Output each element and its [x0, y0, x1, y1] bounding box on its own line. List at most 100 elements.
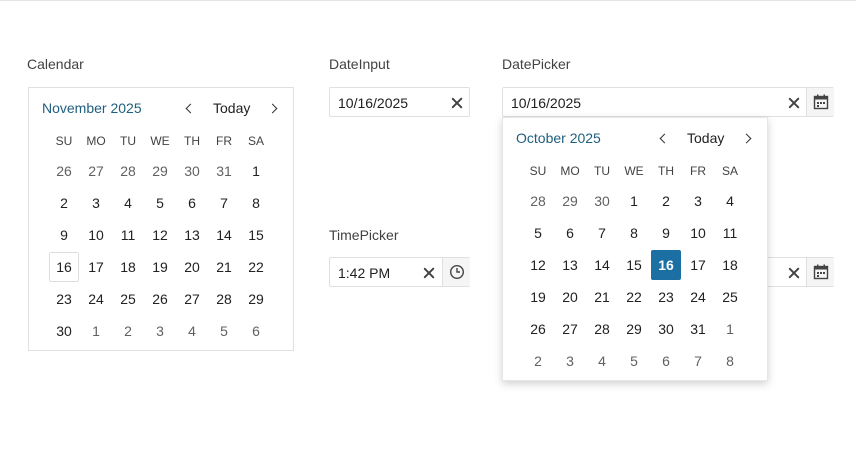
day-cell[interactable]: 18 — [113, 252, 143, 282]
day-cell[interactable]: 3 — [81, 188, 111, 218]
day-cell[interactable]: 22 — [619, 282, 649, 312]
day-cell[interactable]: 7 — [683, 346, 713, 376]
day-cell[interactable]: 5 — [209, 316, 239, 346]
day-cell[interactable]: 6 — [651, 346, 681, 376]
day-cell[interactable]: 4 — [587, 346, 617, 376]
day-cell[interactable]: 2 — [113, 316, 143, 346]
close-icon[interactable] — [787, 96, 801, 110]
day-cell[interactable]: 7 — [587, 218, 617, 248]
datepicker-toggle-button[interactable] — [806, 88, 834, 116]
day-cell[interactable]: 27 — [555, 314, 585, 344]
day-cell[interactable]: 20 — [555, 282, 585, 312]
day-cell[interactable]: 31 — [209, 156, 239, 186]
day-cell[interactable]: 13 — [555, 250, 585, 280]
day-cell[interactable]: 29 — [555, 186, 585, 216]
timepicker-value[interactable]: 1:42 PM — [338, 265, 390, 281]
day-cell[interactable]: 3 — [145, 316, 175, 346]
day-cell[interactable]: 2 — [651, 186, 681, 216]
popup-prev-button[interactable] — [653, 127, 673, 149]
day-cell[interactable]: 1 — [619, 186, 649, 216]
day-cell[interactable]: 14 — [587, 250, 617, 280]
day-cell[interactable]: 15 — [241, 220, 271, 250]
day-cell[interactable]: 29 — [145, 156, 175, 186]
day-cell[interactable]: 11 — [715, 218, 745, 248]
close-icon[interactable] — [787, 266, 801, 280]
day-cell[interactable]: 30 — [49, 316, 79, 346]
day-cell[interactable]: 11 — [113, 220, 143, 250]
day-cell[interactable]: 26 — [49, 156, 79, 186]
datepicker-value[interactable]: 10/16/2025 — [511, 95, 581, 111]
popup-today-button[interactable]: Today — [687, 130, 724, 146]
day-cell[interactable]: 9 — [49, 220, 79, 250]
calendar-next-button[interactable] — [264, 97, 284, 119]
datepicker-2-toggle-button[interactable] — [806, 258, 834, 286]
day-cell[interactable]: 6 — [555, 218, 585, 248]
day-cell[interactable]: 28 — [113, 156, 143, 186]
day-cell[interactable]: 1 — [241, 156, 271, 186]
day-cell[interactable]: 29 — [619, 314, 649, 344]
day-cell[interactable]: 4 — [113, 188, 143, 218]
day-cell[interactable]: 15 — [619, 250, 649, 280]
day-cell[interactable]: 25 — [715, 282, 745, 312]
today-day[interactable]: 16 — [49, 252, 79, 282]
day-cell[interactable]: 2 — [523, 346, 553, 376]
day-cell[interactable]: 27 — [177, 284, 207, 314]
day-cell[interactable]: 3 — [555, 346, 585, 376]
day-cell[interactable]: 6 — [177, 188, 207, 218]
day-cell[interactable]: 21 — [209, 252, 239, 282]
day-cell[interactable]: 10 — [683, 218, 713, 248]
day-cell[interactable]: 5 — [145, 188, 175, 218]
popup-title[interactable]: October 2025 — [516, 130, 601, 146]
day-cell[interactable]: 8 — [241, 188, 271, 218]
day-cell[interactable]: 23 — [651, 282, 681, 312]
day-cell[interactable]: 9 — [651, 218, 681, 248]
day-cell[interactable]: 8 — [715, 346, 745, 376]
day-cell[interactable]: 17 — [683, 250, 713, 280]
day-cell[interactable]: 14 — [209, 220, 239, 250]
day-cell[interactable]: 26 — [523, 314, 553, 344]
day-cell[interactable]: 28 — [587, 314, 617, 344]
day-cell[interactable]: 27 — [81, 156, 111, 186]
calendar-prev-button[interactable] — [179, 97, 199, 119]
day-cell[interactable]: 28 — [209, 284, 239, 314]
day-cell[interactable]: 25 — [113, 284, 143, 314]
day-cell[interactable]: 10 — [81, 220, 111, 250]
day-cell[interactable]: 23 — [49, 284, 79, 314]
day-cell[interactable]: 29 — [241, 284, 271, 314]
day-cell[interactable]: 6 — [241, 316, 271, 346]
day-cell[interactable]: 12 — [145, 220, 175, 250]
timepicker-toggle-button[interactable] — [442, 258, 470, 286]
close-icon[interactable] — [422, 266, 436, 280]
day-cell[interactable]: 5 — [619, 346, 649, 376]
day-cell[interactable]: 21 — [587, 282, 617, 312]
day-cell[interactable]: 17 — [81, 252, 111, 282]
dateinput-value[interactable]: 10/16/2025 — [338, 95, 408, 111]
day-cell[interactable]: 2 — [49, 188, 79, 218]
datepicker[interactable]: 10/16/2025 — [502, 87, 834, 117]
day-cell[interactable]: 4 — [177, 316, 207, 346]
selected-day[interactable]: 16 — [651, 250, 681, 280]
day-cell[interactable]: 24 — [683, 282, 713, 312]
day-cell[interactable]: 20 — [177, 252, 207, 282]
popup-next-button[interactable] — [738, 127, 758, 149]
day-cell[interactable]: 30 — [177, 156, 207, 186]
day-cell[interactable]: 7 — [209, 188, 239, 218]
calendar-today-button[interactable]: Today — [213, 100, 250, 116]
day-cell[interactable]: 8 — [619, 218, 649, 248]
day-cell[interactable]: 19 — [145, 252, 175, 282]
day-cell[interactable]: 22 — [241, 252, 271, 282]
day-cell[interactable]: 19 — [523, 282, 553, 312]
day-cell[interactable]: 1 — [715, 314, 745, 344]
day-cell[interactable]: 28 — [523, 186, 553, 216]
day-cell[interactable]: 3 — [683, 186, 713, 216]
day-cell[interactable]: 5 — [523, 218, 553, 248]
day-cell[interactable]: 26 — [145, 284, 175, 314]
day-cell[interactable]: 12 — [523, 250, 553, 280]
day-cell[interactable]: 30 — [651, 314, 681, 344]
timepicker[interactable]: 1:42 PM — [329, 257, 470, 287]
close-icon[interactable] — [450, 96, 464, 110]
day-cell[interactable]: 13 — [177, 220, 207, 250]
day-cell[interactable]: 1 — [81, 316, 111, 346]
dateinput[interactable]: 10/16/2025 — [329, 87, 470, 117]
day-cell[interactable]: 4 — [715, 186, 745, 216]
